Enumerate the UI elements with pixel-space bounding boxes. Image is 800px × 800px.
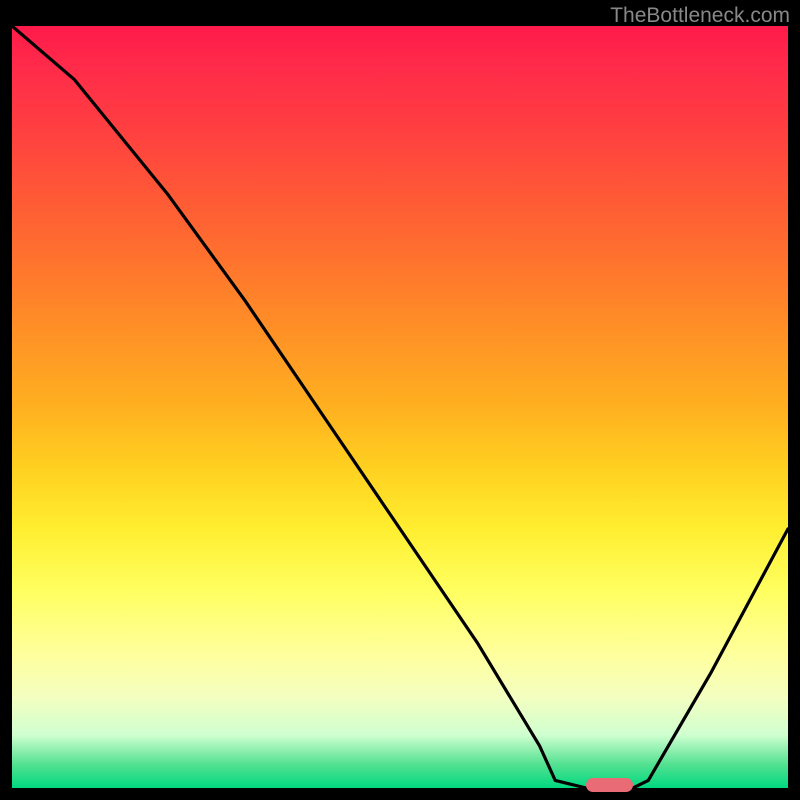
- watermark-text: TheBottleneck.com: [610, 4, 790, 28]
- optimum-marker: [586, 778, 633, 792]
- chart-curve: [12, 26, 788, 788]
